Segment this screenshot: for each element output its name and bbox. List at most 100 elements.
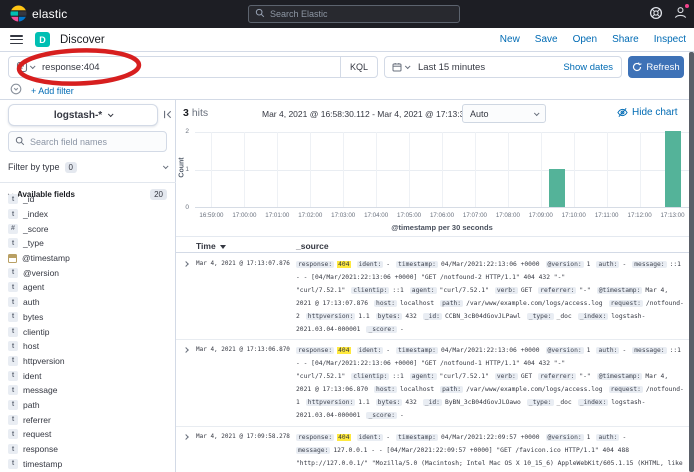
calendar-icon[interactable]: [385, 62, 416, 72]
expand-row-icon[interactable]: [183, 348, 189, 354]
source-field-badge: ident:: [357, 434, 384, 441]
search-icon: [15, 133, 25, 151]
vertical-scrollbar[interactable]: [689, 52, 694, 472]
field-item-request[interactable]: trequest: [8, 427, 168, 442]
user-avatar[interactable]: [673, 5, 688, 25]
page-title: Discover: [60, 34, 105, 46]
help-icon[interactable]: [649, 6, 663, 25]
source-field-badge: timestamp:: [396, 347, 438, 354]
field-item-_id[interactable]: t_id: [8, 192, 168, 207]
saved-query-menu-icon[interactable]: [16, 61, 34, 73]
field-item-timestamp[interactable]: ttimestamp: [8, 456, 168, 471]
appbar-action-share[interactable]: Share: [612, 34, 639, 45]
expand-row-icon[interactable]: [183, 434, 189, 440]
filter-by-type[interactable]: Filter by type 0: [8, 158, 167, 176]
document-source: response:404ident:-timestamp:04/Mar/2021…: [296, 345, 686, 422]
fields-sidebar: logstash-* Filter by type 0 Available fi…: [0, 100, 176, 472]
source-field-value: localhost: [400, 386, 434, 393]
gridline: [244, 132, 245, 207]
document-rows: Mar 4, 2021 @ 17:13:07.876response:404id…: [176, 254, 689, 472]
field-item-_type[interactable]: t_type: [8, 236, 168, 251]
field-item-auth[interactable]: tauth: [8, 295, 168, 310]
source-field-badge: _index:: [578, 399, 609, 406]
histogram-bar[interactable]: [549, 169, 565, 207]
field-name: _id: [23, 194, 34, 204]
field-name: request: [23, 429, 51, 439]
field-name: _index: [23, 209, 48, 219]
global-search[interactable]: [248, 5, 460, 23]
app-bar: D Discover NewSaveOpenShareInspect: [0, 28, 694, 52]
appbar-action-save[interactable]: Save: [535, 34, 558, 45]
field-item-path[interactable]: tpath: [8, 398, 168, 413]
field-item-@version[interactable]: t@version: [8, 265, 168, 280]
appbar-action-inspect[interactable]: Inspect: [654, 34, 686, 45]
number-field-icon: #: [8, 224, 18, 234]
document-source: response:404ident:-timestamp:04/Mar/2021…: [296, 432, 686, 472]
document-time: Mar 4, 2021 @ 17:13:06.870: [196, 346, 293, 353]
field-item-clientip[interactable]: tclientip: [8, 324, 168, 339]
field-item-@timestamp[interactable]: @timestamp: [8, 251, 168, 266]
field-name: host: [23, 341, 39, 351]
filter-options-icon[interactable]: [10, 82, 22, 100]
source-field-badge: message:: [296, 447, 330, 454]
field-name: @version: [23, 268, 59, 278]
document-row: Mar 4, 2021 @ 17:13:06.870response:404id…: [176, 340, 689, 426]
field-name: bytes: [23, 312, 43, 322]
time-column-header[interactable]: Time: [196, 241, 226, 251]
gridline: [475, 132, 476, 207]
field-search-input[interactable]: [30, 137, 160, 147]
string-field-icon: t: [8, 385, 18, 395]
notification-dot: [684, 3, 690, 9]
field-item-referrer[interactable]: treferrer: [8, 412, 168, 427]
source-field-value: -: [386, 261, 390, 268]
source-field-value: -: [622, 347, 626, 354]
field-item-_score[interactable]: #_score: [8, 221, 168, 236]
field-item-_index[interactable]: t_index: [8, 207, 168, 222]
gridline: [409, 132, 410, 207]
global-search-input[interactable]: [270, 9, 453, 19]
query-input[interactable]: KQL: [8, 56, 378, 78]
filter-count-badge: 0: [65, 162, 77, 173]
interval-select[interactable]: Auto: [462, 104, 546, 123]
source-field-badge: @version:: [546, 261, 584, 268]
elastic-logo-icon[interactable]: [10, 5, 27, 22]
query-text-input[interactable]: [42, 62, 340, 73]
index-pattern-select[interactable]: logstash-*: [8, 104, 158, 126]
menu-icon[interactable]: [10, 35, 23, 44]
source-field-badge: auth:: [596, 347, 619, 354]
interval-value: Auto: [470, 109, 489, 119]
field-item-host[interactable]: thost: [8, 339, 168, 354]
appbar-action-open[interactable]: Open: [573, 34, 597, 45]
query-bar: KQL Last 15 minutes Show dates Refresh: [0, 52, 694, 82]
field-item-httpversion[interactable]: thttpversion: [8, 354, 168, 369]
time-range-button[interactable]: Last 15 minutes: [418, 62, 485, 73]
expand-row-icon[interactable]: [183, 261, 189, 267]
show-dates-button[interactable]: Show dates: [563, 62, 621, 73]
string-field-icon: t: [8, 327, 18, 337]
source-field-badge: response:: [296, 347, 334, 354]
header-right-icons: [649, 5, 688, 25]
y-tick-label: 2: [178, 128, 189, 135]
query-language-button[interactable]: KQL: [340, 57, 377, 77]
field-item-message[interactable]: tmessage: [8, 383, 168, 398]
results-area: 3hits Mar 4, 2021 @ 16:58:30.112 - Mar 4…: [176, 100, 689, 472]
field-item-bytes[interactable]: tbytes: [8, 310, 168, 325]
appbar-actions: New Save Open Share Inspect: [500, 34, 686, 45]
field-search[interactable]: [8, 131, 167, 152]
field-item-ident[interactable]: tident: [8, 368, 168, 383]
hide-chart-button[interactable]: Hide chart: [617, 107, 678, 118]
collapse-sidebar-icon[interactable]: [162, 107, 173, 125]
histogram-chart: [195, 132, 689, 208]
gridline: [607, 132, 608, 207]
histogram-bar[interactable]: [665, 131, 681, 207]
source-field-value: 432: [405, 399, 416, 406]
field-item-agent[interactable]: tagent: [8, 280, 168, 295]
field-item-response[interactable]: tresponse: [8, 442, 168, 457]
appbar-action-new[interactable]: New: [500, 34, 520, 45]
add-filter-button[interactable]: + Add filter: [31, 86, 74, 96]
gridline: [211, 132, 212, 207]
refresh-button[interactable]: Refresh: [628, 56, 684, 78]
hits-label: hits: [192, 107, 208, 119]
string-field-icon: t: [8, 297, 18, 307]
document-source: response:404ident:-timestamp:04/Mar/2021…: [296, 259, 686, 336]
